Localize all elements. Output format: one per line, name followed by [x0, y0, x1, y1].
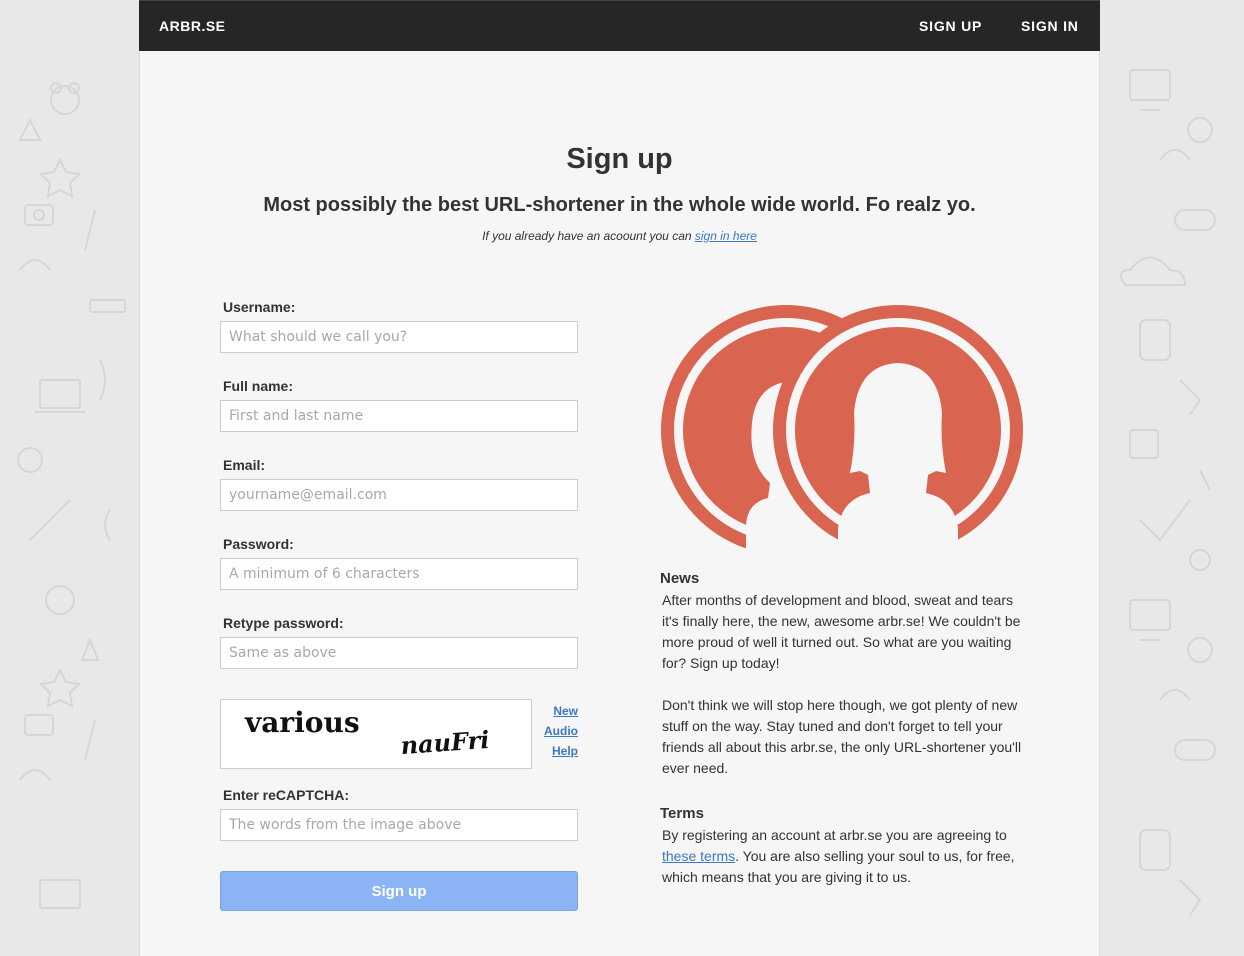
fullname-label: Full name:: [223, 378, 294, 394]
captcha-input[interactable]: [220, 809, 578, 841]
retype-password-input[interactable]: [220, 637, 578, 669]
page-subtitle: Most possibly the best URL-shortener in …: [263, 194, 976, 216]
news-paragraph-2: Don't think we will stop here though, we…: [662, 697, 1022, 776]
users-avatar-illustration: [661, 305, 1023, 555]
captcha-links: New Audio Help: [540, 701, 578, 761]
email-label: Email:: [223, 457, 266, 473]
captcha-help-link[interactable]: Help: [540, 741, 578, 761]
page-title: Sign up: [566, 143, 673, 175]
email-input[interactable]: [220, 479, 578, 511]
news-title: News: [660, 570, 700, 587]
captcha-new-link[interactable]: New: [540, 701, 578, 721]
signin-here-link[interactable]: sign in here: [695, 229, 757, 243]
news-paragraph-1: After months of development and blood, s…: [662, 592, 1021, 671]
captcha-word-2: nauFri: [400, 725, 491, 760]
captcha-image-art: various nauFri: [244, 706, 491, 760]
username-input[interactable]: [220, 321, 578, 353]
news-section: News After months of development and blo…: [660, 570, 1030, 779]
female-user-icon: [773, 305, 1023, 555]
brand-logo[interactable]: ARBR.SE: [159, 18, 226, 34]
background-doodle-pattern: [17, 82, 126, 909]
terms-section: Terms By registering an account at arbr.…: [660, 805, 1030, 888]
captcha-audio-link[interactable]: Audio: [540, 721, 578, 741]
main-content: Sign up Most possibly the best URL-short…: [139, 51, 1100, 956]
nav-sign-up-link[interactable]: SIGN UP: [919, 18, 982, 34]
captcha-image: various nauFri: [220, 699, 532, 769]
terms-text-before: By registering an account at arbr.se you…: [662, 827, 1007, 843]
terms-text: By registering an account at arbr.se you…: [660, 825, 1030, 888]
terms-title: Terms: [660, 805, 704, 822]
signup-button[interactable]: Sign up: [220, 871, 578, 911]
signin-note: If you already have an acoount you can s…: [140, 229, 1099, 243]
password-input[interactable]: [220, 558, 578, 590]
signin-note-text: If you already have an acoount you can: [482, 229, 692, 243]
top-navbar: ARBR.SE SIGN UP SIGN IN: [139, 0, 1100, 51]
captcha-label: Enter reCAPTCHA:: [223, 787, 350, 803]
retype-password-label: Retype password:: [223, 615, 344, 631]
terms-link[interactable]: these terms: [662, 848, 735, 864]
fullname-input[interactable]: [220, 400, 578, 432]
captcha-word-1: various: [244, 706, 360, 739]
username-label: Username:: [223, 299, 296, 315]
password-label: Password:: [223, 536, 294, 552]
background-doodle-pattern: [1120, 69, 1216, 916]
nav-sign-in-link[interactable]: SIGN IN: [1021, 18, 1079, 34]
